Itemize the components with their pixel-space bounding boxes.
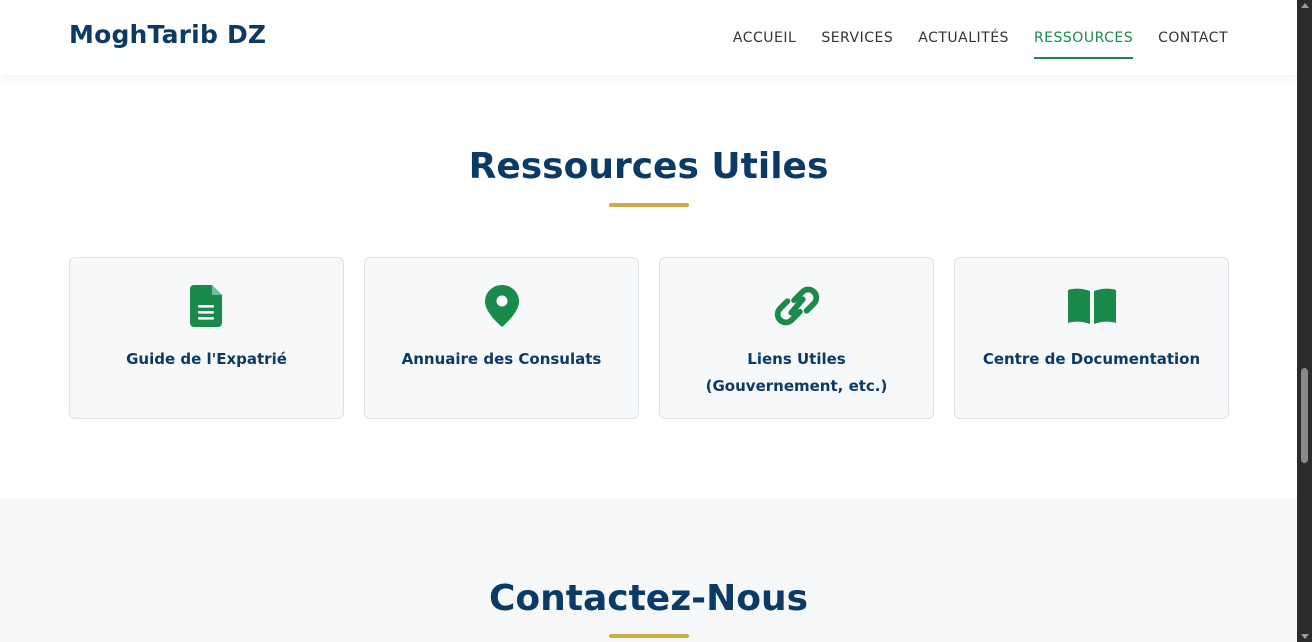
resource-card-documentation[interactable]: Centre de Documentation: [954, 257, 1229, 419]
contact-title-underline: [609, 634, 689, 638]
resource-card-label: Annuaire des Consulats: [401, 350, 602, 368]
resource-card-label: Centre de Documentation: [982, 350, 1201, 368]
nav-link-contact[interactable]: CONTACT: [1158, 24, 1228, 52]
site-header: MoghTarib DZ ACCUEIL SERVICES ACTUALITÉS…: [0, 0, 1297, 75]
contact-title: Contactez-Nous: [488, 578, 809, 619]
resource-card-label: Liens Utiles (Gouvernement, etc.): [705, 350, 888, 395]
nav-link-ressources[interactable]: RESSOURCES: [1033, 24, 1134, 59]
resource-card-label: Guide de l'Expatrié: [126, 350, 287, 368]
page-viewport: MoghTarib DZ ACCUEIL SERVICES ACTUALITÉS…: [0, 0, 1297, 642]
scrollbar-thumb[interactable]: [1301, 368, 1308, 463]
main-nav: ACCUEIL SERVICES ACTUALITÉS RESSOURCES C…: [733, 0, 1228, 75]
resources-title-underline: [609, 203, 689, 207]
nav-link-accueil[interactable]: ACCUEIL: [733, 24, 796, 52]
resource-cards: Guide de l'Expatrié Annuaire des Consula…: [69, 257, 1229, 419]
resource-card-guide[interactable]: Guide de l'Expatrié: [69, 257, 344, 419]
map-pin-icon: [478, 282, 526, 330]
scroll-down-arrow-icon[interactable]: [1301, 634, 1309, 639]
book-icon: [1067, 282, 1116, 330]
page-scrollbar[interactable]: [1297, 0, 1312, 642]
link-icon: [773, 282, 821, 330]
document-icon: [183, 282, 231, 330]
scroll-up-arrow-icon[interactable]: [1301, 3, 1309, 8]
nav-link-actualites[interactable]: ACTUALITÉS: [918, 24, 1009, 52]
nav-link-services[interactable]: SERVICES: [821, 24, 893, 52]
site-logo[interactable]: MoghTarib DZ: [69, 20, 266, 49]
resource-card-liens[interactable]: Liens Utiles (Gouvernement, etc.): [659, 257, 934, 419]
resource-card-consulats[interactable]: Annuaire des Consulats: [364, 257, 639, 419]
contact-section: Contactez-Nous: [0, 498, 1297, 642]
resources-title: Ressources Utiles: [468, 146, 829, 187]
